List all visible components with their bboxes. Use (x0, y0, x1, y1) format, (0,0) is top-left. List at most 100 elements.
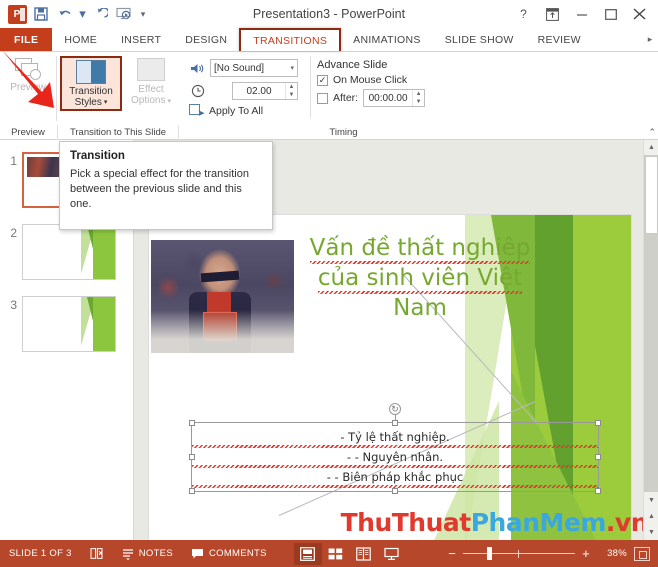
after-time-input[interactable]: 00:00.00 ▲ ▼ (363, 89, 426, 107)
preview-button[interactable]: Preview (2, 56, 54, 93)
notes-button[interactable]: NOTES (113, 540, 182, 567)
list-item[interactable]: 3 (0, 296, 133, 368)
tab-design[interactable]: DESIGN (173, 28, 239, 51)
powerpoint-logo-icon: P (6, 3, 28, 25)
undo-icon[interactable] (54, 3, 76, 25)
tab-transitions[interactable]: TRANSITIONS (239, 28, 342, 51)
after-time-value: 00:00.00 (368, 92, 408, 104)
fit-to-window-button[interactable] (634, 546, 650, 561)
transition-sound-dropdown[interactable]: [No Sound] ▾ (210, 59, 298, 77)
ribbon-group-transition-label: Transition to This Slide (57, 125, 179, 140)
tab-animations[interactable]: ANIMATIONS (341, 28, 433, 51)
comments-button[interactable]: COMMENTS (182, 540, 276, 567)
tooltip-title: Transition (70, 150, 125, 162)
next-slide-button[interactable]: ▼ (644, 524, 658, 540)
transition-duration-stepper[interactable]: ▲ ▼ (285, 83, 297, 99)
thumbnail-number: 3 (10, 298, 17, 312)
reading-view-button[interactable] (350, 543, 378, 565)
after-checkbox[interactable] (317, 92, 328, 104)
slide-thumbnail-3[interactable] (22, 296, 116, 352)
slide-title-line-1: Vấn đề thất nghiêp (309, 235, 531, 264)
notes-label: NOTES (138, 548, 173, 559)
ribbon-group-transition: Transition Styles ▾ Effect Options ▾ Tra… (57, 52, 179, 140)
tab-home[interactable]: HOME (52, 28, 109, 51)
ribbon-tab-bar: FILE HOME INSERT DESIGN TRANSITIONS ANIM… (0, 28, 658, 52)
tab-slide-show[interactable]: SLIDE SHOW (433, 28, 526, 51)
slide-title-line-3: Nam (393, 295, 447, 321)
quick-access-toolbar: P ▾ ▾ (0, 3, 149, 25)
start-slideshow-icon[interactable] (113, 3, 135, 25)
tab-review[interactable]: REVIEW (526, 28, 593, 51)
zoom-in-button[interactable]: + (582, 547, 590, 560)
zoom-controls: − + 38% (448, 546, 658, 561)
zoom-percent-label[interactable]: 38% (597, 548, 627, 559)
normal-view-button[interactable] (293, 542, 322, 565)
transition-sound-dropdown-icon[interactable]: ▾ (290, 64, 294, 72)
help-button[interactable]: ? (509, 1, 538, 27)
effect-options-button[interactable]: Effect Options ▾ (124, 56, 178, 106)
powerpoint-window: P ▾ ▾ Presentation3 - PowerPoint ? FILE … (0, 0, 658, 567)
slide-sorter-view-button[interactable] (322, 543, 350, 565)
preview-button-label: Preview (10, 82, 46, 93)
transition-duration-input[interactable]: 02.00 ▲ ▼ (232, 82, 298, 100)
zoom-out-button[interactable]: − (448, 547, 456, 560)
zoom-slider[interactable] (463, 547, 576, 561)
slide-bullet-list: - Tỷ lệ thất nghiệp. - - Nguyên nhân. - … (192, 427, 598, 491)
ribbon-group-preview-label: Preview (11, 127, 45, 138)
watermark-part-a: ThuThuat (340, 508, 472, 537)
slide-image-graduates[interactable] (151, 240, 294, 353)
previous-slide-button[interactable]: ▲ (644, 508, 658, 524)
window-controls: ? (509, 1, 658, 27)
ribbon-display-options-button[interactable] (538, 1, 567, 27)
save-icon[interactable] (30, 3, 52, 25)
ribbon-group-timing: [No Sound] ▾ 02.00 ▲ ▼ ➤ Apply To All Ad… (179, 52, 658, 140)
slide-thumbnail-2[interactable] (22, 224, 116, 280)
after-row[interactable]: After: 00:00.00 ▲ ▼ (317, 89, 426, 107)
slide-title-textbox[interactable]: Vấn đề thất nghiêp của sinh viên Việt Na… (301, 233, 539, 323)
redo-icon[interactable] (89, 3, 111, 25)
close-button[interactable] (625, 1, 654, 27)
slide-bullet-3: - - Biên pháp khắc phục (192, 467, 598, 488)
undo-dropdown-icon[interactable]: ▾ (78, 3, 87, 25)
maximize-button[interactable] (596, 1, 625, 27)
slide-bullet-1: - Tỷ lệ thất nghiệp. (192, 427, 598, 448)
tab-overflow-icon[interactable]: ▸ (642, 28, 658, 51)
customize-qat-icon[interactable]: ▾ (137, 3, 149, 25)
slide-canvas[interactable]: Vấn đề thất nghiêp của sinh viên Việt Na… (148, 214, 632, 552)
duration-clock-icon (189, 83, 206, 99)
transition-styles-label-line1: Transition (69, 86, 113, 97)
apply-to-all-icon: ➤ (189, 104, 205, 118)
after-time-stepper[interactable]: ▲ ▼ (412, 90, 424, 106)
slide-title-line-2: của sinh viên Việt (317, 265, 523, 294)
list-item[interactable]: 2 (0, 224, 133, 296)
resize-handle-top-right[interactable] (595, 420, 601, 426)
rotate-handle[interactable]: ↻ (389, 403, 401, 415)
resize-handle-top-left[interactable] (189, 420, 195, 426)
slide-content-textbox[interactable]: ↻ - Tỷ lệ thất nghiệp. - - Nguyên nhân. … (189, 403, 601, 494)
watermark-part-c: .vn (605, 508, 649, 537)
watermark-logo: ThuThuatPhanMem.vn (340, 508, 649, 537)
tab-insert[interactable]: INSERT (109, 28, 173, 51)
slide-counter[interactable]: SLIDE 1 OF 3 (0, 540, 81, 567)
tab-file[interactable]: FILE (0, 28, 53, 51)
transition-styles-dropdown-icon[interactable]: ▾ (104, 97, 108, 108)
slide-nav-buttons: ▼ ▲ ▼ (644, 492, 658, 540)
slideshow-view-button[interactable] (378, 543, 406, 565)
zoom-slider-thumb[interactable] (487, 547, 493, 560)
minimize-button[interactable] (567, 1, 596, 27)
apply-to-all-label: Apply To All (209, 105, 264, 117)
collapse-ribbon-icon[interactable]: ⌃ (648, 127, 656, 138)
language-button[interactable] (81, 540, 113, 567)
scrollbar-thumb[interactable] (645, 156, 658, 234)
effect-options-dropdown-icon[interactable]: ▾ (167, 97, 171, 105)
after-label: After: (333, 92, 359, 104)
apply-to-all-button[interactable]: ➤ Apply To All (189, 104, 298, 118)
transition-styles-button[interactable]: Transition Styles ▾ (60, 56, 122, 111)
scroll-up-button[interactable]: ▲ (644, 140, 658, 155)
scroll-down-button[interactable]: ▼ (644, 492, 658, 508)
on-mouse-click-checkbox[interactable]: ✓ (317, 74, 328, 86)
timing-controls: [No Sound] ▾ 02.00 ▲ ▼ ➤ Apply To All (185, 56, 304, 118)
on-mouse-click-row[interactable]: ✓ On Mouse Click (317, 74, 425, 86)
resize-handle-top-center[interactable] (392, 420, 398, 426)
vertical-scrollbar[interactable]: ▲ ▼ ▲ ▼ (643, 140, 658, 540)
